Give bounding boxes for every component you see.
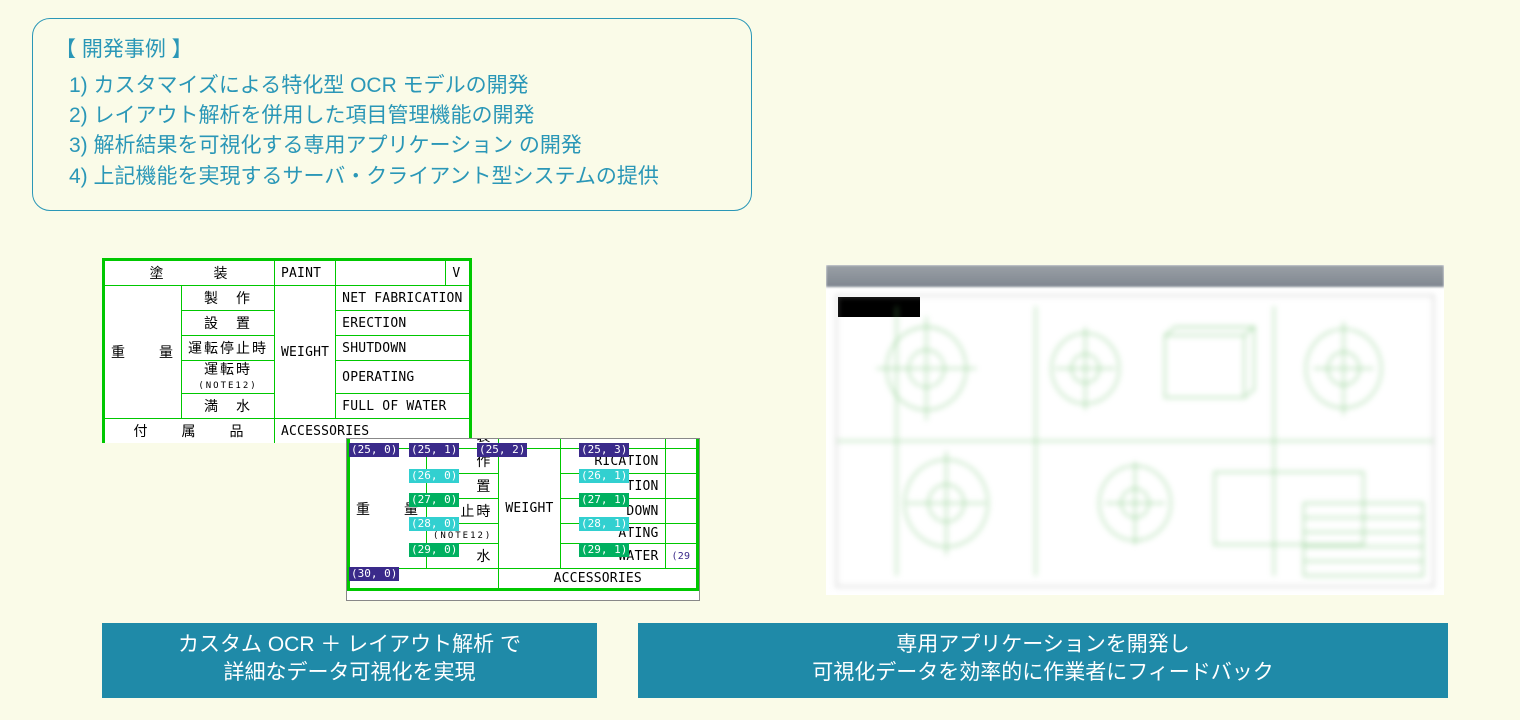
coord-label: (25, 0) bbox=[349, 443, 399, 457]
cell: ERECTION bbox=[336, 311, 470, 336]
cell: SHUTDOWN bbox=[336, 336, 470, 361]
coord-label: (28, 0) bbox=[409, 517, 459, 531]
coord-label: (26, 1) bbox=[579, 469, 629, 483]
coord-label: (29, 1) bbox=[579, 543, 629, 557]
cad-drawing bbox=[836, 295, 1434, 587]
ocr-table-original: 塗 装 PAINT V 重 量 製 作 WEIGHT NET FABRICATI… bbox=[102, 258, 472, 443]
case-item: 4) 上記機能を実現するサーバ・クライアント型システムの提供 bbox=[69, 162, 729, 192]
cell: (29 bbox=[665, 544, 698, 569]
cell: WEIGHT bbox=[275, 286, 336, 419]
cell: 製 作 bbox=[182, 286, 275, 311]
cad-viewer-screenshot bbox=[826, 265, 1444, 595]
coord-label: (25, 3) bbox=[579, 443, 629, 457]
coord-label: (26, 0) bbox=[409, 469, 459, 483]
coord-label: (25, 2) bbox=[477, 443, 527, 457]
caption-left: カスタム OCR ＋ レイアウト解析 で 詳細なデータ可視化を実現 bbox=[102, 623, 597, 698]
cell: 設 置 bbox=[182, 311, 275, 336]
coord-label: (30, 0) bbox=[349, 567, 399, 581]
case-box: 【 開発事例 】 1) カスタマイズによる特化型 OCR モデルの開発 2) レ… bbox=[32, 18, 752, 211]
case-item: 1) カスタマイズによる特化型 OCR モデルの開発 bbox=[69, 71, 729, 101]
case-item: 3) 解析結果を可視化する専用アプリケーション の開発 bbox=[69, 131, 729, 161]
cell: NET FABRICATION bbox=[336, 286, 470, 311]
cell: 運転時 (NOTE12) bbox=[182, 361, 275, 394]
coord-label: (25, 1) bbox=[409, 443, 459, 457]
caption-text: カスタム OCR ＋ レイアウト解析 で 詳細なデータ可視化を実現 bbox=[178, 633, 521, 684]
cell: FULL OF WATER bbox=[336, 394, 470, 419]
caption-text: 専用アプリケーションを開発し 可視化データを効率的に作業者にフィードバック bbox=[812, 633, 1274, 684]
coord-label: (27, 0) bbox=[409, 493, 459, 507]
cell: 塗 装 bbox=[104, 260, 275, 286]
cell: 重 量 bbox=[104, 286, 182, 419]
caption-right: 専用アプリケーションを開発し 可視化データを効率的に作業者にフィードバック bbox=[638, 623, 1448, 698]
cell: WEIGHT bbox=[499, 449, 560, 569]
coord-label: (28, 1) bbox=[579, 517, 629, 531]
cell: 運転停止時 bbox=[182, 336, 275, 361]
case-list: 1) カスタマイズによる特化型 OCR モデルの開発 2) レイアウト解析を併用… bbox=[55, 71, 729, 192]
case-title: 【 開発事例 】 bbox=[55, 33, 729, 63]
cell: OPERATING bbox=[336, 361, 470, 394]
cad-titlebar bbox=[826, 265, 1444, 287]
cell: 満 水 bbox=[182, 394, 275, 419]
case-item: 2) レイアウト解析を併用した項目管理機能の開発 bbox=[69, 101, 729, 131]
ocr-table-annotated: 装 重 量 作 WEIGHT RICATION 置 TION 止時 DOWN bbox=[346, 438, 700, 601]
cell: ACCESSORIES bbox=[499, 569, 698, 590]
left-illustration: 塗 装 PAINT V 重 量 製 作 WEIGHT NET FABRICATI… bbox=[102, 258, 714, 448]
cell: PAINT bbox=[275, 260, 336, 286]
coord-label: (29, 0) bbox=[409, 543, 459, 557]
cell: V bbox=[446, 260, 470, 286]
cell: 付 属 品 bbox=[104, 419, 275, 444]
coord-label: (27, 1) bbox=[579, 493, 629, 507]
